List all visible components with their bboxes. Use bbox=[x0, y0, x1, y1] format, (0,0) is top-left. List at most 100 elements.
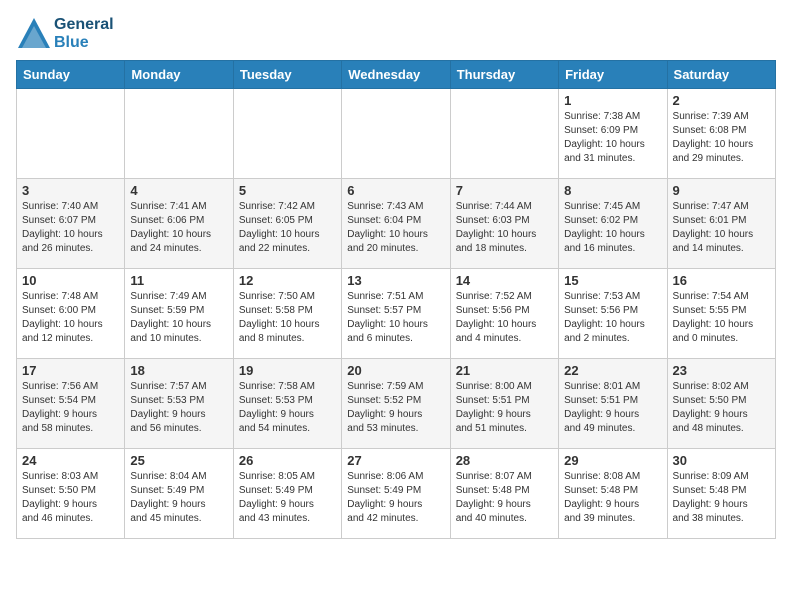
day-number: 6 bbox=[347, 183, 444, 198]
calendar-cell: 15 Sunrise: 7:53 AM Sunset: 5:56 PM Dayli… bbox=[559, 269, 667, 359]
day-number: 20 bbox=[347, 363, 444, 378]
cell-text: Sunrise: 7:49 AM Sunset: 5:59 PM Dayligh… bbox=[130, 290, 227, 346]
calendar-cell: 26 Sunrise: 8:05 AM Sunset: 5:49 PM Dayli… bbox=[233, 449, 341, 539]
cell-text: Sunrise: 8:01 AM Sunset: 5:51 PM Dayligh… bbox=[564, 380, 661, 436]
day-number: 9 bbox=[673, 183, 770, 198]
cell-text: Sunrise: 7:41 AM Sunset: 6:06 PM Dayligh… bbox=[130, 200, 227, 256]
weekday-header-cell: Monday bbox=[125, 61, 233, 89]
calendar-cell: 11Sunrise: 7:49 AM Sunset: 5:59 PM Dayli… bbox=[125, 269, 233, 359]
calendar-cell: 28Sunrise: 8:07 AM Sunset: 5:48 PM Dayli… bbox=[450, 449, 558, 539]
weekday-header-cell: Sunday bbox=[17, 61, 125, 89]
cell-text: Sunrise: 7:39 AM Sunset: 6:08 PM Dayligh… bbox=[673, 110, 770, 166]
cell-text: Sunrise: 7:56 AM Sunset: 5:54 PM Dayligh… bbox=[22, 380, 119, 436]
day-number: 29 bbox=[564, 453, 661, 468]
day-number: 23 bbox=[673, 363, 770, 378]
calendar-cell bbox=[342, 89, 450, 179]
day-number: 21 bbox=[456, 363, 553, 378]
day-number: 14 bbox=[456, 273, 553, 288]
calendar-body: 1 Sunrise: 7:38 AM Sunset: 6:09 PM Daylig… bbox=[17, 89, 776, 539]
calendar-cell: 22 Sunrise: 8:01 AM Sunset: 5:51 PM Dayli… bbox=[559, 359, 667, 449]
calendar-cell: 21 Sunrise: 8:00 AM Sunset: 5:51 PM Dayli… bbox=[450, 359, 558, 449]
cell-text: Sunrise: 7:58 AM Sunset: 5:53 PM Dayligh… bbox=[239, 380, 336, 436]
cell-text: Sunrise: 7:47 AM Sunset: 6:01 PM Dayligh… bbox=[673, 200, 770, 256]
calendar-cell: 25 Sunrise: 8:04 AM Sunset: 5:49 PM Dayli… bbox=[125, 449, 233, 539]
calendar-cell bbox=[125, 89, 233, 179]
day-number: 10 bbox=[22, 273, 119, 288]
calendar-cell: 9 Sunrise: 7:47 AM Sunset: 6:01 PM Daylig… bbox=[667, 179, 775, 269]
day-number: 16 bbox=[673, 273, 770, 288]
calendar-week-row: 3 Sunrise: 7:40 AM Sunset: 6:07 PM Daylig… bbox=[17, 179, 776, 269]
day-number: 15 bbox=[564, 273, 661, 288]
cell-text: Sunrise: 7:57 AM Sunset: 5:53 PM Dayligh… bbox=[130, 380, 227, 436]
cell-text: Sunrise: 8:09 AM Sunset: 5:48 PM Dayligh… bbox=[673, 470, 770, 526]
calendar-cell: 1 Sunrise: 7:38 AM Sunset: 6:09 PM Daylig… bbox=[559, 89, 667, 179]
weekday-header-cell: Friday bbox=[559, 61, 667, 89]
day-number: 26 bbox=[239, 453, 336, 468]
calendar-cell: 16Sunrise: 7:54 AM Sunset: 5:55 PM Dayli… bbox=[667, 269, 775, 359]
cell-text: Sunrise: 8:06 AM Sunset: 5:49 PM Dayligh… bbox=[347, 470, 444, 526]
weekday-header-cell: Thursday bbox=[450, 61, 558, 89]
calendar-cell: 23 Sunrise: 8:02 AM Sunset: 5:50 PM Dayli… bbox=[667, 359, 775, 449]
calendar-cell: 5 Sunrise: 7:42 AM Sunset: 6:05 PM Daylig… bbox=[233, 179, 341, 269]
day-number: 25 bbox=[130, 453, 227, 468]
calendar-cell: 17 Sunrise: 7:56 AM Sunset: 5:54 PM Dayli… bbox=[17, 359, 125, 449]
calendar-week-row: 17 Sunrise: 7:56 AM Sunset: 5:54 PM Dayli… bbox=[17, 359, 776, 449]
cell-text: Sunrise: 7:44 AM Sunset: 6:03 PM Dayligh… bbox=[456, 200, 553, 256]
calendar-cell: 2 Sunrise: 7:39 AM Sunset: 6:08 PM Daylig… bbox=[667, 89, 775, 179]
weekday-header-cell: Tuesday bbox=[233, 61, 341, 89]
calendar-cell: 4 Sunrise: 7:41 AM Sunset: 6:06 PM Daylig… bbox=[125, 179, 233, 269]
calendar-cell: 3 Sunrise: 7:40 AM Sunset: 6:07 PM Daylig… bbox=[17, 179, 125, 269]
cell-text: Sunrise: 7:40 AM Sunset: 6:07 PM Dayligh… bbox=[22, 200, 119, 256]
cell-text: Sunrise: 7:51 AM Sunset: 5:57 PM Dayligh… bbox=[347, 290, 444, 346]
calendar-cell: 29Sunrise: 8:08 AM Sunset: 5:48 PM Dayli… bbox=[559, 449, 667, 539]
calendar-cell: 20 Sunrise: 7:59 AM Sunset: 5:52 PM Dayli… bbox=[342, 359, 450, 449]
day-number: 30 bbox=[673, 453, 770, 468]
day-number: 5 bbox=[239, 183, 336, 198]
day-number: 27 bbox=[347, 453, 444, 468]
day-number: 19 bbox=[239, 363, 336, 378]
cell-text: Sunrise: 7:53 AM Sunset: 5:56 PM Dayligh… bbox=[564, 290, 661, 346]
calendar-cell: 10 Sunrise: 7:48 AM Sunset: 6:00 PM Dayli… bbox=[17, 269, 125, 359]
cell-text: Sunrise: 7:42 AM Sunset: 6:05 PM Dayligh… bbox=[239, 200, 336, 256]
cell-text: Sunrise: 7:38 AM Sunset: 6:09 PM Dayligh… bbox=[564, 110, 661, 166]
cell-text: Sunrise: 7:59 AM Sunset: 5:52 PM Dayligh… bbox=[347, 380, 444, 436]
calendar-cell: 30 Sunrise: 8:09 AM Sunset: 5:48 PM Dayli… bbox=[667, 449, 775, 539]
day-number: 4 bbox=[130, 183, 227, 198]
cell-text: Sunrise: 8:00 AM Sunset: 5:51 PM Dayligh… bbox=[456, 380, 553, 436]
calendar-table: SundayMondayTuesdayWednesdayThursdayFrid… bbox=[16, 60, 776, 539]
calendar-cell bbox=[450, 89, 558, 179]
day-number: 1 bbox=[564, 93, 661, 108]
day-number: 7 bbox=[456, 183, 553, 198]
cell-text: Sunrise: 7:48 AM Sunset: 6:00 PM Dayligh… bbox=[22, 290, 119, 346]
calendar-cell: 19 Sunrise: 7:58 AM Sunset: 5:53 PM Dayli… bbox=[233, 359, 341, 449]
calendar-week-row: 1 Sunrise: 7:38 AM Sunset: 6:09 PM Daylig… bbox=[17, 89, 776, 179]
day-number: 3 bbox=[22, 183, 119, 198]
calendar-cell: 12Sunrise: 7:50 AM Sunset: 5:58 PM Dayli… bbox=[233, 269, 341, 359]
day-number: 18 bbox=[130, 363, 227, 378]
weekday-header-cell: Saturday bbox=[667, 61, 775, 89]
calendar-cell bbox=[17, 89, 125, 179]
cell-text: Sunrise: 8:03 AM Sunset: 5:50 PM Dayligh… bbox=[22, 470, 119, 526]
calendar-cell: 7 Sunrise: 7:44 AM Sunset: 6:03 PM Daylig… bbox=[450, 179, 558, 269]
cell-text: Sunrise: 7:52 AM Sunset: 5:56 PM Dayligh… bbox=[456, 290, 553, 346]
calendar-cell: 18 Sunrise: 7:57 AM Sunset: 5:53 PM Dayli… bbox=[125, 359, 233, 449]
day-number: 22 bbox=[564, 363, 661, 378]
cell-text: Sunrise: 8:05 AM Sunset: 5:49 PM Dayligh… bbox=[239, 470, 336, 526]
cell-text: Sunrise: 7:45 AM Sunset: 6:02 PM Dayligh… bbox=[564, 200, 661, 256]
cell-text: Sunrise: 8:02 AM Sunset: 5:50 PM Dayligh… bbox=[673, 380, 770, 436]
weekday-header-row: SundayMondayTuesdayWednesdayThursdayFrid… bbox=[17, 61, 776, 89]
calendar-cell: 24 Sunrise: 8:03 AM Sunset: 5:50 PM Dayli… bbox=[17, 449, 125, 539]
cell-text: Sunrise: 8:04 AM Sunset: 5:49 PM Dayligh… bbox=[130, 470, 227, 526]
calendar-cell: 8Sunrise: 7:45 AM Sunset: 6:02 PM Daylig… bbox=[559, 179, 667, 269]
day-number: 2 bbox=[673, 93, 770, 108]
calendar-cell: 6 Sunrise: 7:43 AM Sunset: 6:04 PM Daylig… bbox=[342, 179, 450, 269]
day-number: 13 bbox=[347, 273, 444, 288]
calendar-cell bbox=[233, 89, 341, 179]
calendar-week-row: 24 Sunrise: 8:03 AM Sunset: 5:50 PM Dayli… bbox=[17, 449, 776, 539]
logo: General Blue bbox=[16, 16, 114, 52]
cell-text: Sunrise: 7:43 AM Sunset: 6:04 PM Dayligh… bbox=[347, 200, 444, 256]
day-number: 24 bbox=[22, 453, 119, 468]
cell-text: Sunrise: 7:50 AM Sunset: 5:58 PM Dayligh… bbox=[239, 290, 336, 346]
day-number: 17 bbox=[22, 363, 119, 378]
page-header: General Blue bbox=[16, 16, 776, 52]
